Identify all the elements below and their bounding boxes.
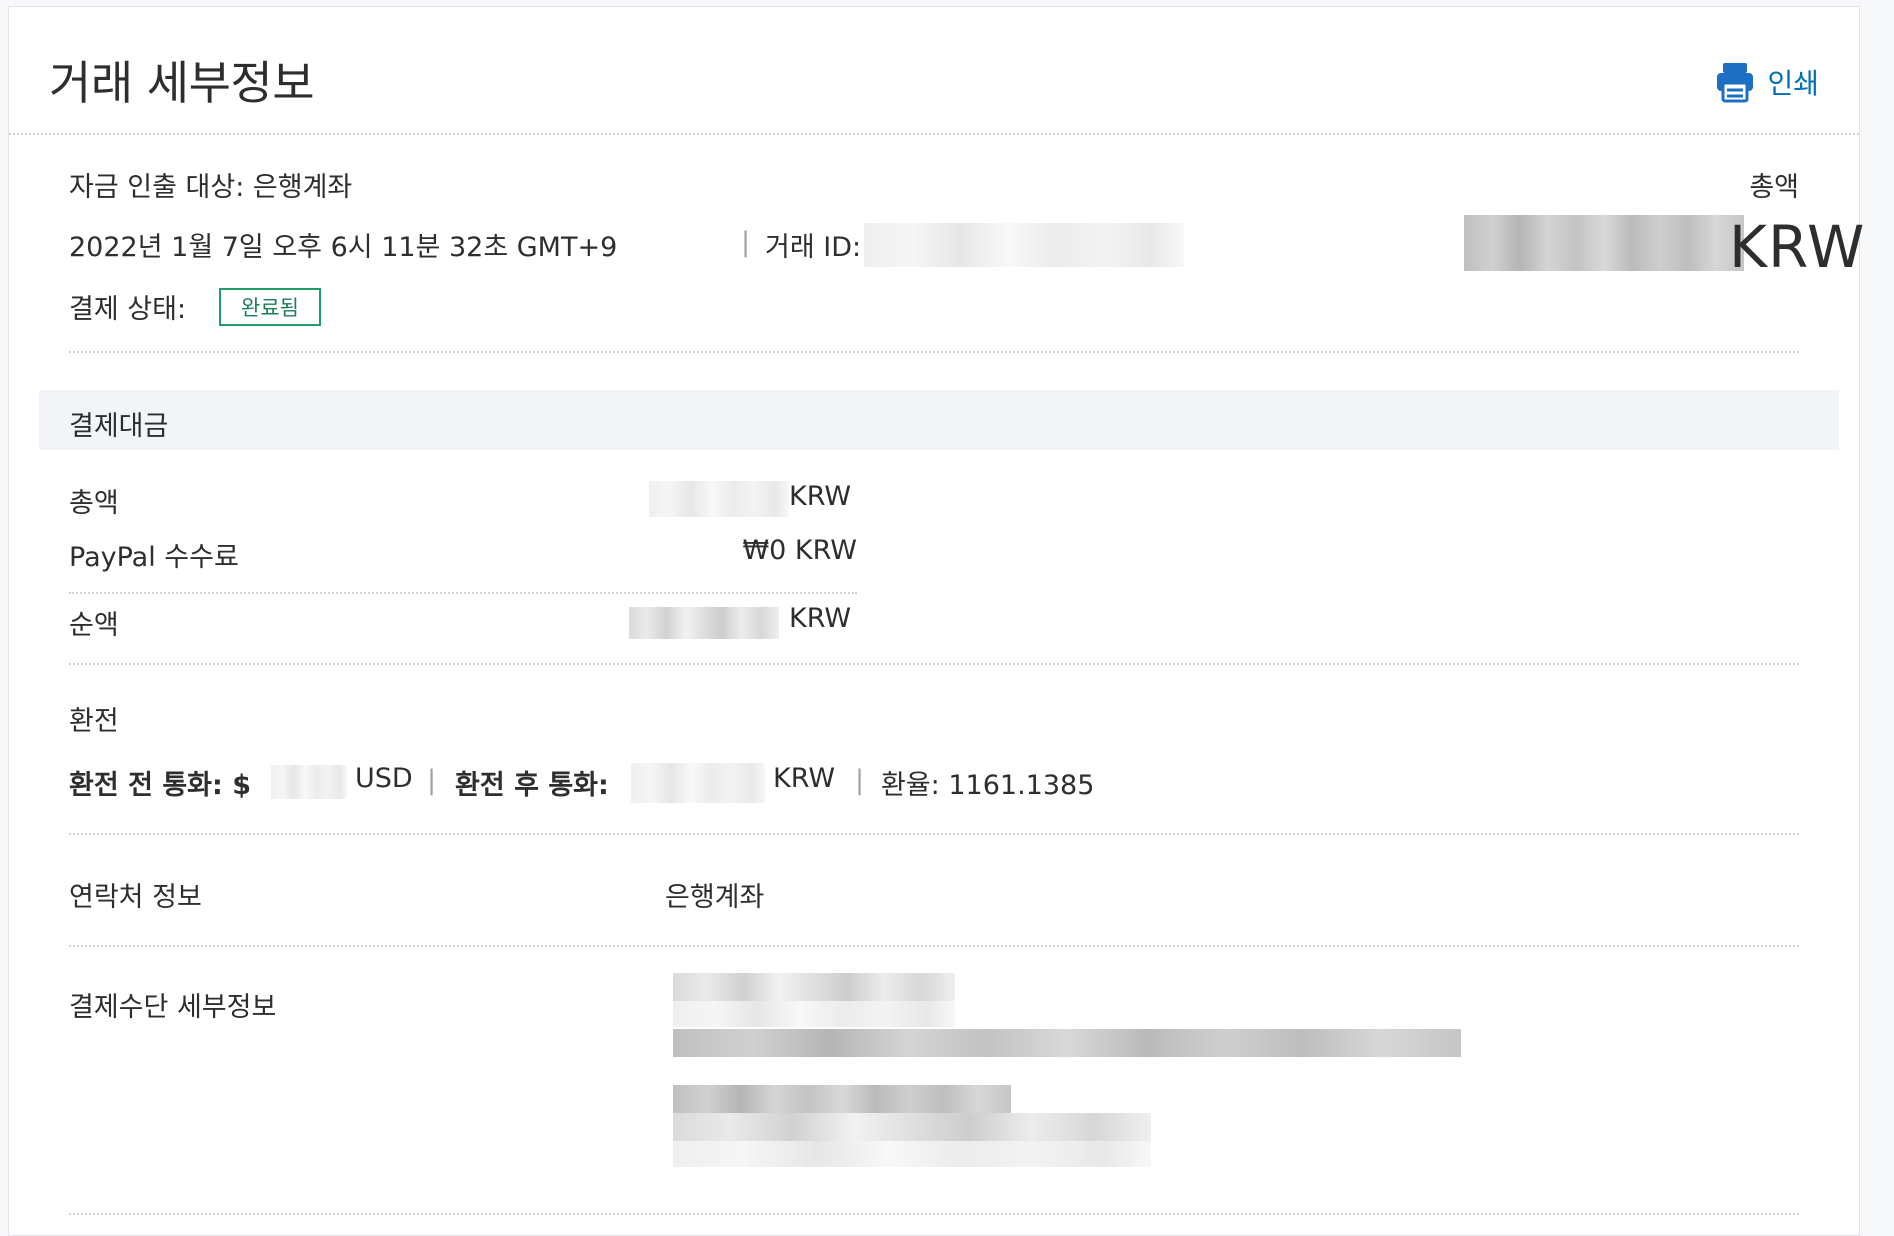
header-divider bbox=[9, 133, 1859, 135]
gross-label: 총액 bbox=[69, 488, 119, 519]
separator: | bbox=[427, 765, 437, 796]
print-button[interactable]: 인쇄 bbox=[1715, 61, 1819, 103]
transaction-datetime: 2022년 1월 7일 오후 6시 11분 32초 GMT+9 bbox=[69, 232, 618, 263]
status-label: 결제 상태: bbox=[69, 294, 187, 325]
exchange-from-currency: USD bbox=[355, 763, 413, 794]
exchange-from-label: 환전 전 통화: $ bbox=[69, 770, 251, 801]
method-divider bbox=[69, 1213, 1799, 1215]
net-amount-redacted bbox=[629, 607, 779, 639]
gross-amount-redacted bbox=[649, 481, 789, 517]
exchange-to-currency: KRW bbox=[773, 763, 836, 794]
transaction-details-card: 거래 세부정보 인쇄 자금 인출 대상: 은행계좌 총액 2022년 1월 7일… bbox=[8, 6, 1864, 1236]
separator: | bbox=[855, 765, 865, 796]
exchange-from-amount-redacted bbox=[271, 765, 347, 799]
payment-section-header: 결제대금 bbox=[39, 390, 1839, 450]
contact-label: 연락처 정보 bbox=[69, 882, 202, 913]
exchange-rate: 환율: 1161.1385 bbox=[881, 770, 1095, 801]
total-label: 총액 bbox=[1749, 172, 1799, 203]
transaction-id-redacted bbox=[864, 223, 1184, 267]
print-label: 인쇄 bbox=[1767, 67, 1819, 100]
exchange-divider bbox=[69, 833, 1799, 835]
method-line-3-redacted bbox=[673, 1029, 1461, 1057]
fee-label: PayPal 수수료 bbox=[69, 542, 239, 573]
total-currency: KRW bbox=[1729, 213, 1866, 281]
exchange-to-label: 환전 후 통화: bbox=[455, 770, 609, 801]
status-badge: 완료됨 bbox=[219, 288, 321, 326]
net-divider bbox=[69, 592, 857, 594]
payment-divider bbox=[69, 663, 1799, 665]
summary-divider bbox=[69, 351, 1799, 353]
separator: | bbox=[741, 227, 751, 258]
withdraw-destination: 자금 인출 대상: 은행계좌 bbox=[69, 172, 353, 203]
exchange-section-title: 환전 bbox=[69, 706, 119, 737]
method-line-1-redacted bbox=[673, 973, 955, 1001]
method-line-2-redacted bbox=[673, 1001, 955, 1027]
transaction-id-label: 거래 ID: bbox=[765, 232, 862, 263]
fee-value: ₩0 KRW bbox=[742, 535, 857, 566]
total-amount-redacted bbox=[1464, 215, 1744, 271]
exchange-to-amount-redacted bbox=[631, 763, 765, 803]
contact-divider bbox=[69, 945, 1799, 947]
method-line-4-redacted bbox=[673, 1085, 1011, 1113]
net-currency: KRW bbox=[789, 603, 852, 634]
method-line-5-redacted bbox=[673, 1113, 1151, 1141]
method-label: 결제수단 세부정보 bbox=[69, 992, 277, 1023]
method-line-6-redacted bbox=[673, 1141, 1151, 1167]
payment-section-title: 결제대금 bbox=[69, 411, 169, 442]
page-title: 거래 세부정보 bbox=[49, 56, 315, 110]
contact-value: 은행계좌 bbox=[665, 882, 765, 913]
gross-currency: KRW bbox=[789, 481, 852, 512]
printer-icon bbox=[1717, 63, 1754, 103]
net-label: 순액 bbox=[69, 610, 119, 641]
